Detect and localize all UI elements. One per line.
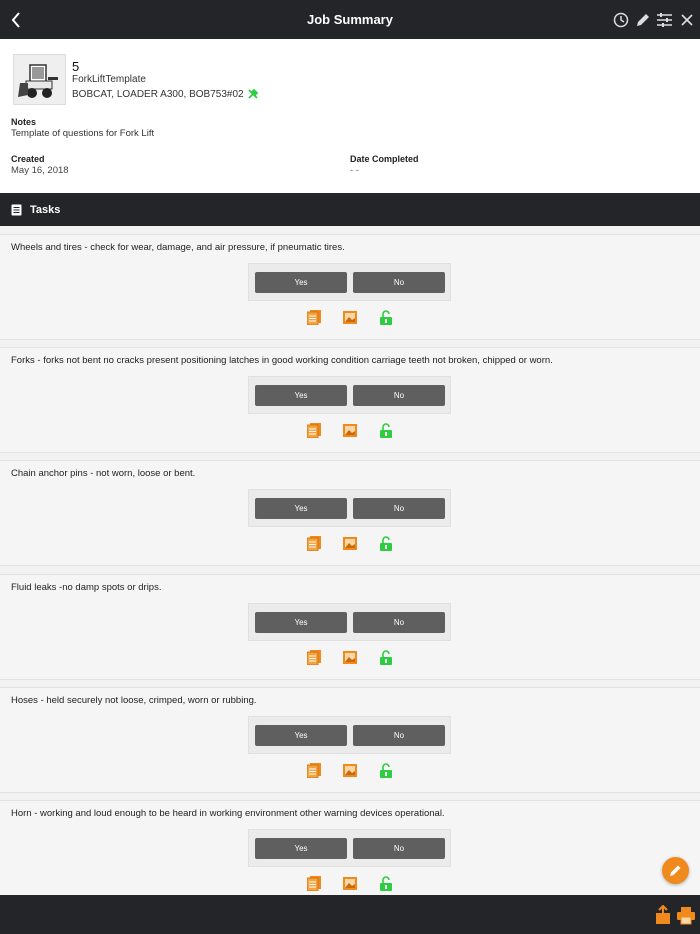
top-bar: Job Summary — [0, 0, 700, 39]
photo-icon[interactable] — [343, 536, 357, 551]
task-actions — [307, 423, 397, 439]
yes-button[interactable]: Yes — [255, 272, 347, 293]
clock-icon — [613, 12, 628, 28]
unlock-icon[interactable] — [379, 763, 393, 778]
photo-icon[interactable] — [343, 650, 357, 665]
no-button[interactable]: No — [353, 612, 445, 633]
task-question: Chain anchor pins - not worn, loose or b… — [11, 468, 196, 479]
answer-buttons: Yes No — [248, 603, 451, 641]
created-label: Created — [11, 154, 45, 164]
photo-icon[interactable] — [343, 310, 357, 325]
tasks-title: Tasks — [30, 203, 61, 216]
task-question: Wheels and tires - check for wear, damag… — [11, 242, 345, 253]
unlock-icon[interactable] — [379, 310, 393, 325]
date-completed-value: - - — [350, 165, 359, 176]
task-item: Horn - working and loud enough to be hea… — [0, 800, 700, 906]
task-item: Fluid leaks -no damp spots or drips. Yes… — [0, 574, 700, 680]
no-button[interactable]: No — [353, 498, 445, 519]
no-button[interactable]: No — [353, 385, 445, 406]
created-date: May 16, 2018 — [11, 165, 69, 176]
task-item: Forks - forks not bent no cracks present… — [0, 347, 700, 453]
history-button[interactable] — [611, 8, 630, 32]
notes-icon[interactable] — [307, 423, 321, 438]
skid-steer-loader-image — [14, 55, 65, 104]
yes-button[interactable]: Yes — [255, 838, 347, 859]
yes-button[interactable]: Yes — [255, 498, 347, 519]
notes-icon[interactable] — [307, 650, 321, 665]
notes-label: Notes — [11, 117, 37, 127]
job-number: 5 — [72, 59, 80, 74]
answer-buttons: Yes No — [248, 376, 451, 414]
task-actions — [307, 650, 397, 666]
tasks-header: Tasks — [0, 193, 700, 226]
photo-icon[interactable] — [343, 423, 357, 438]
header-actions — [611, 8, 696, 32]
answer-buttons: Yes No — [248, 829, 451, 867]
task-question: Hoses - held securely not loose, crimped… — [11, 695, 257, 706]
task-actions — [307, 763, 397, 779]
task-question: Fluid leaks -no damp spots or drips. — [11, 582, 162, 593]
photo-icon[interactable] — [343, 763, 357, 778]
asset-name: BOBCAT, LOADER A300, BOB753#02 — [72, 88, 244, 100]
edit-fab-button[interactable] — [662, 857, 689, 884]
photo-icon[interactable] — [343, 876, 357, 891]
pencil-icon — [670, 865, 681, 876]
task-item: Chain anchor pins - not worn, loose or b… — [0, 460, 700, 566]
notes-text: Template of questions for Fork Lift — [11, 128, 155, 139]
share-icon[interactable] — [655, 905, 673, 925]
task-actions — [307, 876, 397, 892]
date-completed-label: Date Completed — [350, 154, 419, 164]
job-template: ForkLiftTemplate — [72, 74, 146, 85]
sliders-icon — [657, 13, 672, 27]
page-title: Job Summary — [307, 12, 393, 27]
bottom-bar — [0, 895, 700, 934]
notes-icon[interactable] — [307, 763, 321, 778]
answer-buttons: Yes No — [248, 263, 451, 301]
task-actions — [307, 536, 397, 552]
task-item: Hoses - held securely not loose, crimped… — [0, 687, 700, 793]
yes-button[interactable]: Yes — [255, 385, 347, 406]
pencil-icon — [636, 14, 649, 26]
close-button[interactable] — [677, 8, 696, 32]
task-item: Wheels and tires - check for wear, damag… — [0, 234, 700, 340]
notes-icon[interactable] — [307, 876, 321, 891]
close-icon — [680, 14, 693, 26]
job-asset: BOBCAT, LOADER A300, BOB753#02 — [72, 88, 259, 100]
unlock-icon[interactable] — [379, 423, 393, 438]
asset-thumbnail[interactable] — [13, 54, 66, 105]
list-icon — [11, 204, 22, 215]
notes-icon[interactable] — [307, 536, 321, 551]
tools-icon[interactable] — [247, 88, 259, 100]
answer-buttons: Yes No — [248, 716, 451, 754]
unlock-icon[interactable] — [379, 536, 393, 551]
print-icon[interactable] — [676, 905, 696, 925]
no-button[interactable]: No — [353, 272, 445, 293]
no-button[interactable]: No — [353, 725, 445, 746]
edit-button[interactable] — [633, 8, 652, 32]
unlock-icon[interactable] — [379, 876, 393, 891]
task-question: Forks - forks not bent no cracks present… — [11, 355, 553, 366]
notes-icon[interactable] — [307, 310, 321, 325]
task-actions — [307, 310, 397, 326]
no-button[interactable]: No — [353, 838, 445, 859]
yes-button[interactable]: Yes — [255, 725, 347, 746]
yes-button[interactable]: Yes — [255, 612, 347, 633]
answer-buttons: Yes No — [248, 489, 451, 527]
unlock-icon[interactable] — [379, 650, 393, 665]
filters-button[interactable] — [655, 8, 674, 32]
task-question: Horn - working and loud enough to be hea… — [11, 808, 445, 819]
job-summary-card: 5 ForkLiftTemplate BOBCAT, LOADER A300, … — [0, 39, 700, 193]
